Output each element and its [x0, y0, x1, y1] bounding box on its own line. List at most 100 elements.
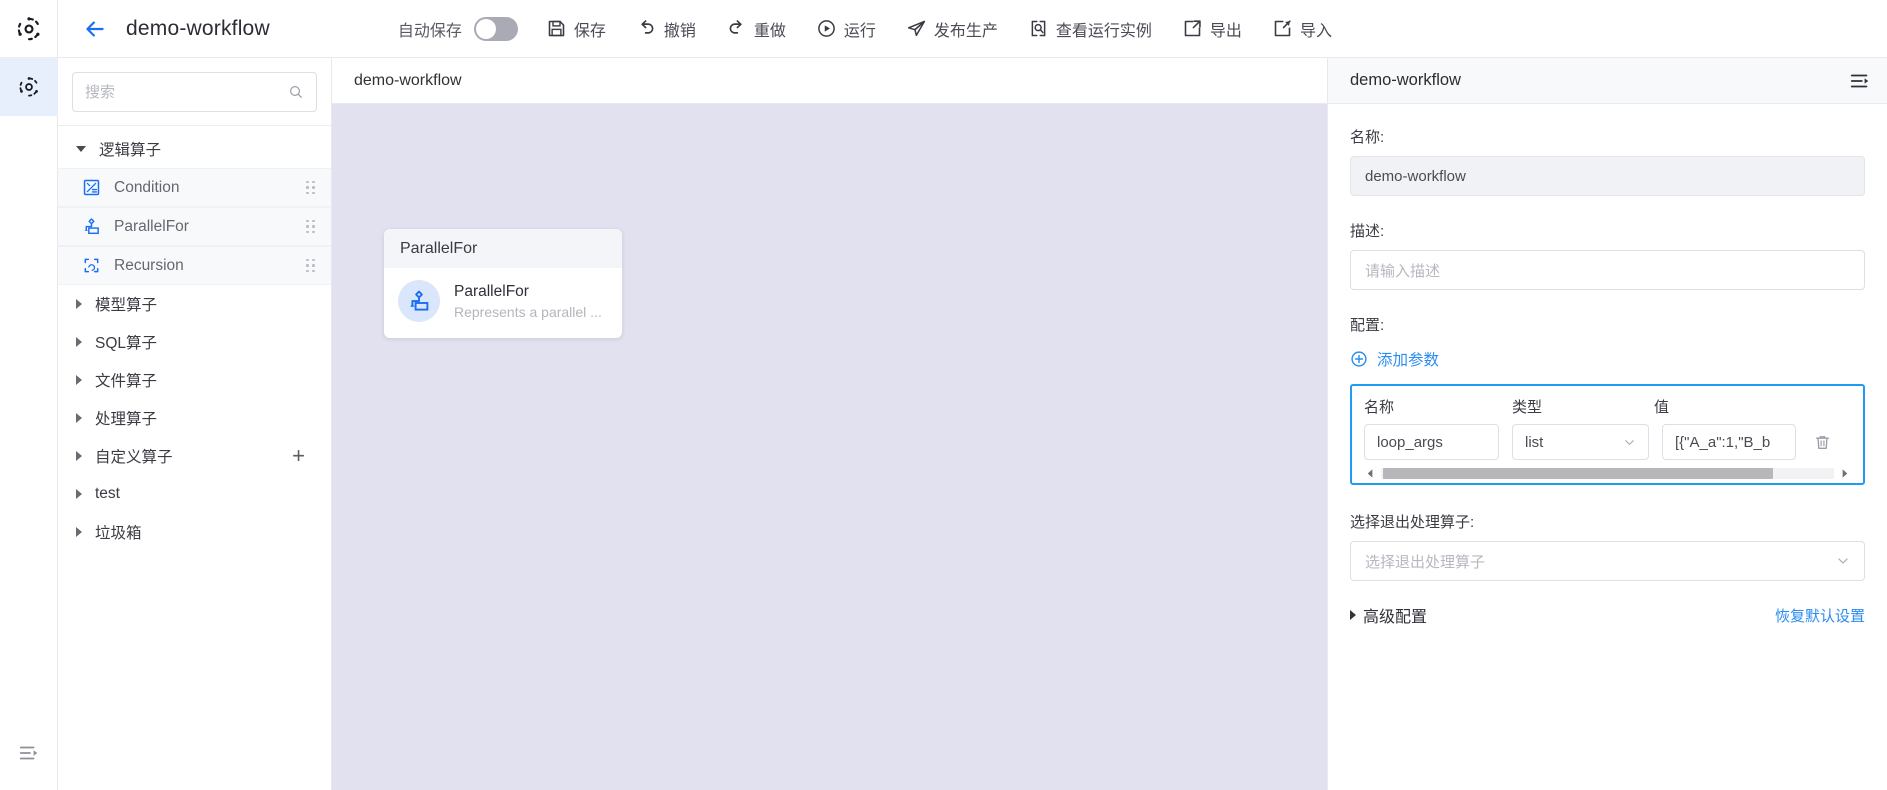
workspace-hub-icon-button[interactable] — [0, 0, 58, 58]
chevron-down-icon — [1836, 554, 1850, 568]
palette-group-process[interactable]: 处理算子 — [58, 399, 331, 437]
publish-label: 发布生产 — [934, 17, 998, 41]
redo-icon — [726, 18, 747, 39]
column-header-type: 类型 — [1512, 396, 1654, 417]
toolbar-actions: 自动保存 保存 — [398, 17, 1362, 41]
delete-parameter-button[interactable] — [1809, 433, 1835, 452]
workflow-canvas[interactable]: ParallelFor — [332, 104, 1327, 790]
palette-group-test[interactable]: test — [58, 475, 331, 513]
parameter-table: 名称 类型 值 loop_args list — [1350, 384, 1865, 485]
palette-operator-condition[interactable]: Condition — [58, 168, 331, 207]
advanced-config-label: 高级配置 — [1363, 603, 1427, 627]
drag-handle-icon[interactable] — [306, 181, 315, 195]
palette-operator-parallelfor[interactable]: ParallelFor — [58, 207, 331, 246]
add-parameter-label: 添加参数 — [1377, 348, 1439, 370]
node-header: ParallelFor — [384, 229, 622, 268]
column-header-name: 名称 — [1364, 396, 1512, 417]
view-instances-button[interactable]: 查看运行实例 — [1028, 17, 1152, 41]
properties-title: demo-workflow — [1350, 71, 1461, 90]
param-value-input[interactable]: [{"A_a":1,"B_b — [1662, 424, 1796, 460]
run-button[interactable]: 运行 — [816, 17, 876, 41]
canvas-tab-bar: demo-workflow — [332, 58, 1327, 104]
parameter-table-header: 名称 类型 值 — [1364, 396, 1851, 417]
name-input[interactable]: demo-workflow — [1350, 156, 1865, 196]
search-input[interactable] — [85, 84, 288, 101]
description-input[interactable]: 请输入描述 — [1350, 250, 1865, 290]
publish-button[interactable]: 发布生产 — [906, 17, 998, 41]
workflow-hub-icon-button[interactable] — [0, 58, 58, 116]
name-label: 名称: — [1350, 126, 1865, 147]
send-icon — [906, 18, 927, 39]
operator-label: ParallelFor — [114, 218, 189, 236]
canvas-column: demo-workflow ParallelFor — [332, 58, 1327, 790]
palette-search-wrap — [58, 58, 331, 125]
undo-label: 撤销 — [664, 17, 696, 41]
restore-defaults-button[interactable]: 恢复默认设置 — [1775, 605, 1865, 626]
search-box[interactable] — [72, 72, 317, 112]
tab-demo-workflow[interactable]: demo-workflow — [354, 72, 462, 90]
drag-handle-icon[interactable] — [306, 259, 315, 273]
advanced-config-toggle[interactable]: 高级配置 — [1350, 603, 1427, 627]
chevron-right-icon — [1350, 610, 1356, 620]
import-button[interactable]: 导入 — [1272, 17, 1332, 41]
hscroll-thumb[interactable] — [1383, 468, 1773, 479]
palette-group-label: 文件算子 — [95, 369, 157, 391]
palette-group-model[interactable]: 模型算子 — [58, 285, 331, 323]
chevron-down-icon — [1623, 436, 1636, 449]
search-doc-icon — [1028, 18, 1049, 39]
add-custom-operator-button[interactable]: + — [292, 445, 305, 467]
search-icon[interactable] — [288, 84, 304, 100]
import-label: 导入 — [1300, 17, 1332, 41]
exit-operator-label: 选择退出处理算子: — [1350, 511, 1865, 532]
parameter-table-hscrollbar[interactable] — [1364, 468, 1851, 483]
autosave-control[interactable]: 自动保存 — [398, 17, 518, 41]
caret-left-icon[interactable] — [1364, 468, 1377, 479]
left-icon-rail — [0, 0, 58, 790]
arrow-left-icon — [82, 16, 108, 42]
canvas-node-parallelfor[interactable]: ParallelFor — [384, 229, 622, 338]
name-field-group: 名称: demo-workflow — [1350, 126, 1865, 196]
node-body: ParallelFor Represents a parallel ... — [384, 268, 622, 338]
palette-group-label: 垃圾箱 — [95, 521, 142, 543]
palette-group-label: 自定义算子 — [95, 445, 173, 467]
param-type-select[interactable]: list — [1512, 424, 1649, 460]
param-name-input[interactable]: loop_args — [1364, 424, 1499, 460]
redo-button[interactable]: 重做 — [726, 17, 786, 41]
drag-handle-icon[interactable] — [306, 220, 315, 234]
save-button[interactable]: 保存 — [546, 17, 606, 41]
exit-operator-select[interactable]: 选择退出处理算子 — [1350, 541, 1865, 581]
chevron-right-icon — [76, 527, 82, 537]
properties-collapse-button[interactable] — [1849, 70, 1871, 92]
exit-operator-placeholder: 选择退出处理算子 — [1365, 551, 1485, 572]
export-button[interactable]: 导出 — [1182, 17, 1242, 41]
plus-circle-icon — [1350, 350, 1368, 368]
palette-group-custom[interactable]: 自定义算子 + — [58, 437, 331, 475]
node-name: ParallelFor — [454, 283, 602, 301]
palette-group-label: SQL算子 — [95, 331, 157, 353]
autosave-toggle[interactable] — [474, 17, 518, 41]
palette-group-logic[interactable]: 逻辑算子 — [58, 130, 331, 168]
node-description: Represents a parallel ... — [454, 304, 602, 320]
hscroll-track[interactable] — [1381, 468, 1834, 479]
save-label: 保存 — [574, 17, 606, 41]
rail-collapse-button[interactable] — [0, 742, 58, 764]
palette-group-trash[interactable]: 垃圾箱 — [58, 513, 331, 551]
caret-right-icon[interactable] — [1838, 468, 1851, 479]
chevron-right-icon — [76, 337, 82, 347]
palette-group-file[interactable]: 文件算子 — [58, 361, 331, 399]
operator-label: Condition — [114, 179, 180, 197]
hub-icon — [16, 16, 42, 42]
back-button[interactable] — [80, 14, 110, 44]
add-parameter-button[interactable]: 添加参数 — [1350, 348, 1865, 370]
palette-group-sql[interactable]: SQL算子 — [58, 323, 331, 361]
chevron-right-icon — [76, 299, 82, 309]
palette-group-label: 逻辑算子 — [99, 138, 161, 160]
undo-button[interactable]: 撤销 — [636, 17, 696, 41]
properties-header: demo-workflow — [1328, 58, 1887, 104]
advanced-row: 高级配置 恢复默认设置 — [1350, 603, 1865, 627]
palette-list: 逻辑算子 Condition — [58, 126, 331, 790]
run-label: 运行 — [844, 17, 876, 41]
palette-operator-recursion[interactable]: Recursion — [58, 246, 331, 285]
panel-expand-icon — [18, 742, 40, 764]
panel-collapse-icon — [1849, 70, 1871, 92]
